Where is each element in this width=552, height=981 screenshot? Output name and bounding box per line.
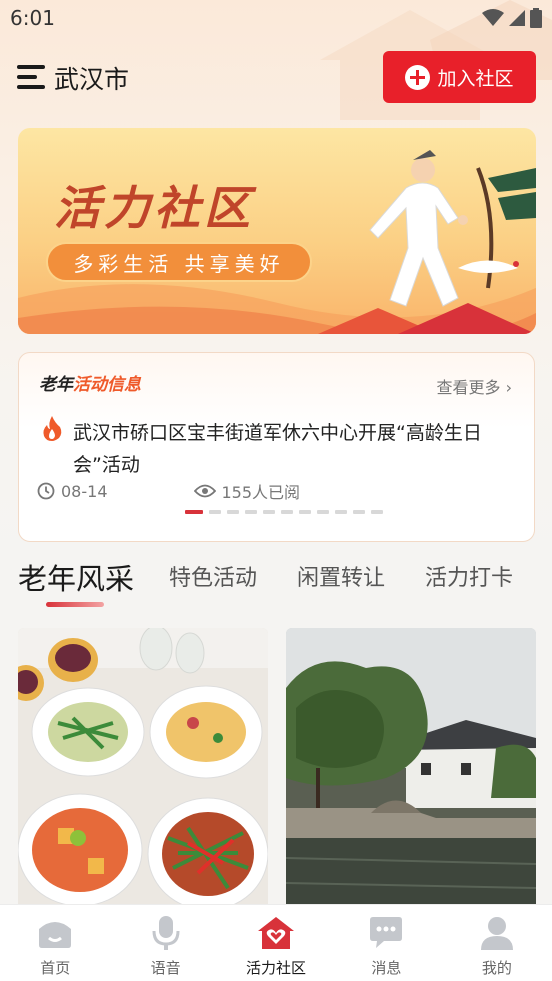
news-date-text: 08-14 [61,481,108,501]
view-more-label: 查看更多 [436,378,501,397]
feed-card-food[interactable] [18,628,268,918]
news-views: 155人已阅 [193,479,301,503]
home-icon [35,915,75,951]
food-dishes-photo [18,628,268,918]
status-time: 6:01 [10,6,55,30]
carousel-dot [245,510,257,514]
nav-home[interactable]: 首页 [0,905,110,981]
microphone-icon [146,915,186,951]
tab-second-hand[interactable]: 闲置转让 [297,560,385,592]
join-community-button[interactable]: 加入社区 [383,51,536,103]
view-more-link[interactable]: 查看更多 › [436,374,512,398]
nav-voice[interactable]: 语音 [110,905,220,981]
carousel-dot [227,510,239,514]
activity-news-card[interactable]: 老年活动信息 查看更多 › 武汉市硚口区宝丰街道军休六中心开展“高龄生日会”活动… [18,352,535,542]
carousel-dot [353,510,365,514]
user-icon [477,915,517,951]
category-tabs: 老年风采 特色活动 闲置转让 活力打卡 [18,560,552,612]
fire-icon [43,416,62,441]
wifi-icon [482,9,504,26]
nav-profile[interactable]: 我的 [442,905,552,981]
eye-icon [193,484,216,498]
banner-title: 活力社区 [54,181,254,235]
active-tab-indicator [46,602,104,607]
tab-featured-activities[interactable]: 特色活动 [169,560,257,592]
clock-icon [37,482,55,500]
tab-elder-style[interactable]: 老年风采 [18,556,134,598]
status-icons [482,8,542,28]
bottom-navigation: 首页 语音 活力社区 消息 我的 [0,904,552,981]
news-meta: 08-14 155人已阅 [37,479,300,503]
nav-community-label: 活力社区 [246,959,307,977]
news-headline[interactable]: 武汉市硚口区宝丰街道军休六中心开展“高龄生日会”活动 [73,417,518,481]
news-date: 08-14 [37,482,108,501]
carousel-dot [263,510,275,514]
banner-slogan: 多彩生活 共享美好 [46,242,312,282]
nav-messages-label: 消息 [371,959,402,977]
carousel-dot [299,510,311,514]
feed-card-canal-town[interactable] [286,628,536,918]
news-section-title: 老年活动信息 [39,370,141,395]
carousel-dot [335,510,347,514]
battery-icon [530,8,542,28]
nav-home-label: 首页 [40,959,71,977]
promo-banner[interactable]: 活力社区 多彩生活 共享美好 [18,128,536,334]
carousel-dot [371,510,383,514]
community-heart-icon [256,915,296,951]
carousel-dot [185,510,203,514]
signal-icon [509,10,525,26]
news-title-part2: 活动信息 [73,375,141,395]
plus-circle-icon [405,64,431,90]
nav-messages[interactable]: 消息 [331,905,441,981]
carousel-dot [281,510,293,514]
nav-community[interactable]: 活力社区 [221,905,331,981]
status-bar: 6:01 [0,0,552,38]
news-title-part1: 老年 [39,375,73,395]
carousel-dot [209,510,221,514]
nav-voice-label: 语音 [150,959,181,977]
join-community-label: 加入社区 [437,67,514,90]
city-selector[interactable]: 武汉市 [54,60,129,96]
carousel-dot [317,510,329,514]
news-views-text: 155人已阅 [221,483,301,502]
tab-checkin[interactable]: 活力打卡 [425,560,513,592]
canal-town-photo [286,628,536,918]
carousel-indicator [185,510,383,514]
menu-icon[interactable] [17,64,47,90]
nav-profile-label: 我的 [481,959,512,977]
message-icon [366,915,406,951]
chevron-right-icon: › [505,378,512,397]
